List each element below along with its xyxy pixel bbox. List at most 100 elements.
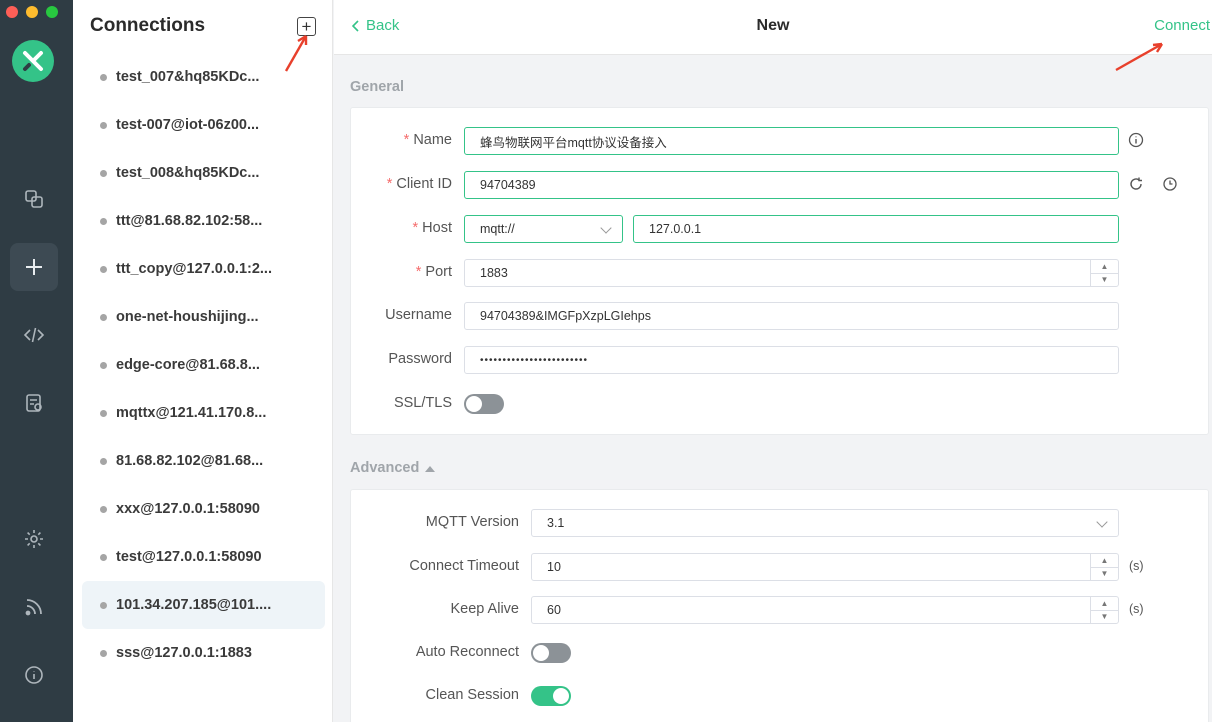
connection-item[interactable]: test@127.0.0.1:58090 [82,533,325,581]
client-id-label: * Client ID [386,176,452,192]
connection-name: 81.68.82.102@81.68... [116,453,264,469]
connection-name: test-007@iot-06z00... [116,117,260,133]
status-dot-icon [100,409,107,417]
annotation-arrow-icon [284,34,308,72]
auto-reconnect-toggle[interactable] [531,643,571,663]
status-dot-icon [100,601,107,609]
connection-item[interactable]: mqttx@121.41.170.8... [82,389,325,437]
refresh-icon[interactable] [1128,176,1144,192]
connection-item[interactable]: test_008&hq85KDc... [82,149,325,197]
mqttx-logo-icon [12,40,54,82]
connections-title: Connections [90,15,206,36]
connection-item[interactable]: 101.34.207.185@101.... [82,581,325,629]
mqtt-version-label: MQTT Version [425,514,519,530]
chevron-up-icon[interactable]: ▲ [1091,597,1118,611]
advanced-section-label[interactable]: Advanced [350,460,436,476]
connections-nav-icon[interactable] [10,175,58,223]
annotation-arrow-icon [1115,42,1164,72]
keep-alive-input[interactable]: 60 ▲ ▼ [531,596,1119,624]
connect-button[interactable]: Connect [1154,17,1210,34]
connect-timeout-stepper[interactable]: ▲ ▼ [1090,554,1118,580]
connection-name: ttt_copy@127.0.0.1:2... [116,261,272,277]
caret-up-icon [425,465,436,472]
keep-alive-label: Keep Alive [450,601,519,617]
chevron-down-icon[interactable]: ▼ [1091,274,1118,287]
connections-panel: Connections + test_007&hq85KDc... test-00… [73,0,333,722]
feed-rss-icon[interactable] [10,583,58,631]
new-connection-nav-icon[interactable] [10,243,58,291]
password-label: Password [388,351,452,367]
connection-name: test_007&hq85KDc... [116,69,260,85]
settings-gear-icon[interactable] [10,515,58,563]
chevron-down-icon [1096,516,1108,528]
status-dot-icon [100,649,107,657]
chevron-down-icon[interactable]: ▼ [1091,568,1118,581]
status-dot-icon [100,505,107,513]
connection-item[interactable]: ttt_copy@127.0.0.1:2... [82,245,325,293]
host-input[interactable]: 127.0.0.1 [633,215,1119,243]
page-title: New [756,17,790,34]
log-nav-icon[interactable] [10,379,58,427]
connection-item[interactable]: one-net-houshijing... [82,293,325,341]
clock-icon[interactable] [1162,176,1178,192]
status-dot-icon [100,217,107,225]
connection-item[interactable]: edge-core@81.68.8... [82,341,325,389]
connection-item[interactable]: 81.68.82.102@81.68... [82,437,325,485]
chevron-up-icon[interactable]: ▲ [1091,260,1118,274]
port-input[interactable]: 1883 ▲ ▼ [464,259,1119,287]
mqtt-version-select[interactable]: 3.1 [531,509,1119,537]
protocol-value: mqtt:// [480,222,515,236]
connection-name: test@127.0.0.1:58090 [116,549,262,565]
close-window-button[interactable] [6,6,18,18]
connection-name: mqttx@121.41.170.8... [116,405,267,421]
general-section-label: General [350,79,404,95]
connection-name: test_008&hq85KDc... [116,165,260,181]
connection-name: sss@127.0.0.1:1883 [116,645,252,661]
connection-name: one-net-houshijing... [116,309,259,325]
minimize-window-button[interactable] [26,6,38,18]
seconds-unit: (s) [1129,602,1144,616]
connection-item[interactable]: xxx@127.0.0.1:58090 [82,485,325,533]
status-dot-icon [100,265,107,273]
connection-name: ttt@81.68.82.102:58... [116,213,263,229]
password-input[interactable]: •••••••••••••••••••••••• [464,346,1119,374]
status-dot-icon [100,457,107,465]
chevron-up-icon[interactable]: ▲ [1091,554,1118,568]
name-input[interactable]: 蜂鸟物联网平台mqtt协议设备接入 [464,127,1119,155]
script-nav-icon[interactable] [10,311,58,359]
connection-item[interactable]: ttt@81.68.82.102:58... [82,197,325,245]
username-input[interactable]: 94704389&IMGFpXzpLGIehps [464,302,1119,330]
keep-alive-value: 60 [547,603,561,617]
status-dot-icon [100,73,107,81]
window-controls [6,6,58,18]
connect-timeout-input[interactable]: 10 ▲ ▼ [531,553,1119,581]
clean-session-label: Clean Session [425,687,520,703]
chevron-down-icon [600,222,612,234]
ssl-tls-toggle[interactable] [464,394,504,414]
client-id-input[interactable]: 94704389 [464,171,1119,199]
connection-item[interactable]: test-007@iot-06z00... [82,101,325,149]
port-stepper[interactable]: ▲ ▼ [1090,260,1118,286]
about-info-icon[interactable] [10,651,58,699]
connect-timeout-value: 10 [547,560,561,574]
clean-session-toggle[interactable] [531,686,571,706]
username-label: Username [385,307,452,323]
port-value: 1883 [480,266,508,280]
host-label: * Host [412,220,452,236]
name-label: * Name [403,132,452,148]
status-dot-icon [100,361,107,369]
keep-alive-stepper[interactable]: ▲ ▼ [1090,597,1118,623]
auto-reconnect-label: Auto Reconnect [415,644,519,660]
connection-name: 101.34.207.185@101.... [116,597,272,613]
protocol-select[interactable]: mqtt:// [464,215,623,243]
status-dot-icon [100,169,107,177]
info-icon[interactable] [1128,132,1144,148]
port-label: * Port [415,264,452,280]
maximize-window-button[interactable] [46,6,58,18]
ssl-tls-label: SSL/TLS [393,395,452,411]
chevron-down-icon[interactable]: ▼ [1091,611,1118,624]
connection-item[interactable]: sss@127.0.0.1:1883 [82,629,325,677]
mqtt-version-value: 3.1 [547,516,565,530]
connection-name: edge-core@81.68.8... [116,357,260,373]
top-bar: Back New Connect [334,0,1212,55]
